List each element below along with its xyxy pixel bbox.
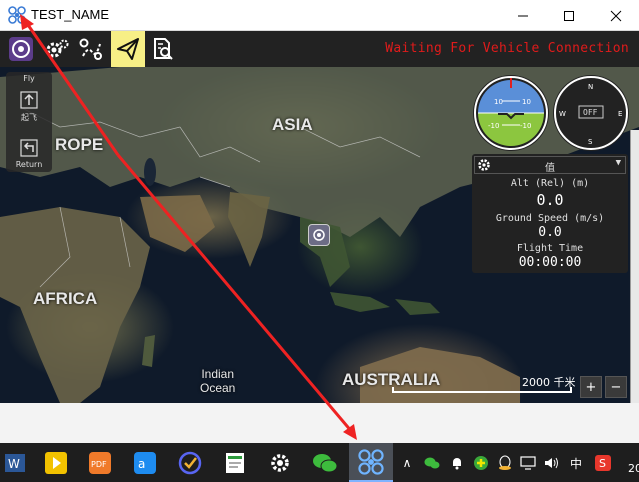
instrument-values-panel: 值 ▼ Alt (Rel) (m) 0.0 Ground Speed (m/s)… bbox=[472, 154, 628, 273]
wechat-glyph-icon bbox=[313, 454, 338, 473]
app-logo-button[interactable] bbox=[4, 31, 38, 67]
svg-text:a: a bbox=[138, 457, 145, 471]
wechat-icon[interactable] bbox=[309, 447, 341, 479]
compass-off-label: OFF bbox=[583, 108, 598, 117]
tray-clock[interactable]: 20 bbox=[628, 462, 639, 475]
compass-north: N bbox=[588, 83, 593, 91]
player-icon[interactable] bbox=[40, 447, 72, 479]
map-label-africa: AFRICA bbox=[33, 289, 98, 308]
minimize-button[interactable] bbox=[500, 0, 546, 31]
svg-text:PDF: PDF bbox=[91, 460, 107, 469]
analyze-document-icon bbox=[154, 38, 173, 60]
takeoff-label: 起飞 bbox=[21, 113, 37, 122]
plan-view-button[interactable] bbox=[74, 31, 108, 67]
compass-west: W bbox=[559, 110, 566, 118]
compass-indicator: N E S W OFF bbox=[553, 75, 629, 151]
qgc-icon[interactable] bbox=[349, 443, 393, 482]
tray-network-icon[interactable] bbox=[519, 454, 537, 472]
settings-icon[interactable] bbox=[264, 447, 296, 479]
tray-overflow-chevron-icon[interactable]: ∧ bbox=[398, 454, 416, 472]
window-title: TEST_NAME bbox=[31, 7, 110, 22]
return-button[interactable]: Return bbox=[6, 138, 52, 169]
vehicle-marker-icon bbox=[313, 229, 325, 241]
windows-taskbar: W PDF a ∧ 中 S 20 bbox=[0, 443, 639, 482]
fly-view-button[interactable] bbox=[111, 31, 145, 67]
flight-time-value: 00:00:00 bbox=[518, 255, 582, 270]
ocean-label-line1: Indian bbox=[201, 367, 235, 381]
tasks-glyph-icon bbox=[178, 451, 202, 475]
flight-time-label: Flight Time bbox=[516, 243, 584, 254]
maximize-icon bbox=[564, 10, 574, 21]
main-toolbar: Waiting For Vehicle Connection bbox=[0, 31, 639, 67]
map-scale-bar bbox=[392, 387, 572, 393]
notes-icon[interactable] bbox=[219, 447, 251, 479]
tasks-icon[interactable] bbox=[174, 447, 206, 479]
map-label-asia: ASIA bbox=[272, 115, 313, 134]
tray-security-icon[interactable] bbox=[472, 454, 490, 472]
values-panel-header[interactable]: 值 ▼ bbox=[474, 156, 626, 174]
notes-glyph-icon bbox=[226, 453, 244, 473]
qgc-app-icon bbox=[8, 6, 26, 24]
gear-icon bbox=[46, 39, 69, 58]
zoom-out-button[interactable]: − bbox=[605, 376, 627, 398]
pitch-up-right-label: 10 bbox=[522, 98, 531, 106]
compass-south: S bbox=[588, 138, 593, 146]
pitch-down-right-label: -10 bbox=[520, 122, 531, 130]
chevron-down-icon[interactable]: ▼ bbox=[616, 158, 621, 168]
waypoint-icon bbox=[79, 38, 102, 60]
takeoff-arrow-icon bbox=[20, 91, 38, 109]
map-label-europe: ROPE bbox=[55, 135, 104, 154]
ocean-label-line2: Ocean bbox=[200, 381, 236, 395]
fly-tools-panel: Fly 起飞 Return bbox=[6, 72, 52, 172]
compass-east: E bbox=[618, 110, 622, 118]
values-panel-title: 值 bbox=[545, 163, 555, 174]
takeoff-button[interactable]: 起飞 bbox=[6, 90, 52, 123]
map-label-indian-ocean: Indian Ocean bbox=[200, 367, 235, 395]
dingtalk-glyph-icon: a bbox=[134, 452, 156, 474]
pdf-icon[interactable]: PDF bbox=[84, 447, 116, 479]
ground-speed-label: Ground Speed (m/s) bbox=[495, 213, 605, 224]
analyze-button[interactable] bbox=[146, 31, 180, 67]
alt-value: 0.0 bbox=[536, 191, 564, 209]
settings-gear-icon bbox=[271, 454, 289, 472]
word-glyph-icon: W bbox=[5, 454, 25, 472]
svg-text:W: W bbox=[8, 457, 20, 471]
vehicle-setup-button[interactable] bbox=[40, 31, 74, 67]
pitch-up-left-label: 10 bbox=[494, 98, 503, 106]
return-label: Return bbox=[15, 160, 43, 169]
close-icon bbox=[610, 10, 622, 21]
background-window-edge bbox=[630, 130, 639, 403]
dingtalk-icon[interactable]: a bbox=[129, 447, 161, 479]
attitude-indicator: 10 10 -10 -10 bbox=[473, 75, 549, 151]
qgc-logo-icon bbox=[9, 37, 33, 61]
close-button[interactable] bbox=[593, 0, 639, 31]
qgc-taskbar-glyph-icon bbox=[358, 448, 384, 475]
word-icon[interactable]: W bbox=[0, 447, 32, 479]
player-glyph-icon bbox=[45, 452, 67, 474]
tray-wechat-icon[interactable] bbox=[423, 454, 441, 472]
tray-volume-icon[interactable] bbox=[543, 454, 561, 472]
pdf-glyph-icon: PDF bbox=[89, 452, 111, 474]
tray-qq-icon[interactable] bbox=[496, 454, 514, 472]
desktop-background bbox=[0, 403, 639, 443]
connection-status-text: Waiting For Vehicle Connection bbox=[385, 41, 629, 56]
maximize-button[interactable] bbox=[546, 0, 592, 31]
svg-text:S: S bbox=[599, 457, 606, 470]
ground-speed-value: 0.0 bbox=[538, 225, 562, 240]
alt-label: Alt (Rel) (m) bbox=[510, 178, 590, 189]
vehicle-home-marker[interactable] bbox=[308, 224, 330, 246]
return-arrow-icon bbox=[20, 139, 38, 157]
fly-tools-label: Fly bbox=[23, 74, 35, 83]
paper-plane-icon bbox=[117, 38, 139, 60]
tray-ime-indicator[interactable]: 中 bbox=[567, 454, 585, 472]
minimize-icon bbox=[518, 15, 528, 16]
zoom-in-button[interactable]: + bbox=[580, 376, 602, 398]
window-titlebar: TEST_NAME bbox=[0, 0, 639, 31]
tray-notification-bell-icon[interactable] bbox=[448, 454, 466, 472]
pitch-down-left-label: -10 bbox=[488, 122, 499, 130]
tray-sogou-icon[interactable]: S bbox=[594, 454, 612, 472]
